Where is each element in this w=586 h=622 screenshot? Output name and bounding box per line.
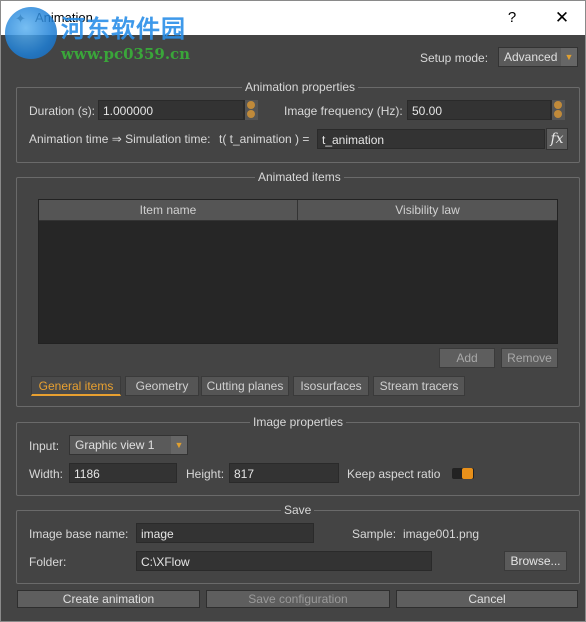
time-mapping-label: Animation time ⇒ Simulation time: [29, 132, 211, 146]
sample-value: image001.png [403, 527, 480, 541]
duration-spinner[interactable] [244, 100, 258, 120]
folder-input[interactable]: C:\XFlow [136, 551, 432, 571]
help-button[interactable]: ? [497, 7, 527, 29]
keep-aspect-ratio-label: Keep aspect ratio [347, 467, 441, 481]
duration-label: Duration (s): [29, 104, 96, 118]
chevron-down-icon: ▼ [561, 48, 577, 66]
close-button[interactable]: ✕ [547, 7, 577, 29]
remove-item-button[interactable]: Remove [501, 348, 558, 368]
browse-button[interactable]: Browse... [504, 551, 567, 571]
image-base-name-input[interactable]: image [136, 523, 314, 543]
image-frequency-label: Image frequency (Hz): [284, 104, 403, 118]
input-select[interactable]: Graphic view 1 ▼ [69, 435, 188, 455]
tab-geometry[interactable]: Geometry [125, 376, 199, 396]
animation-properties-title: Animation properties [242, 80, 359, 94]
setup-mode-select[interactable]: Advanced ▼ [498, 47, 578, 67]
folder-label: Folder: [29, 555, 67, 569]
tab-cutting-planes[interactable]: Cutting planes [201, 376, 289, 396]
image-base-name-label: Image base name: [29, 527, 129, 541]
width-input[interactable]: 1186 [69, 463, 177, 483]
column-header-visibility-law[interactable]: Visibility law [298, 200, 557, 221]
sample-label: Sample: [352, 527, 397, 541]
create-animation-button[interactable]: Create animation [17, 590, 200, 608]
save-group: Save [16, 503, 580, 584]
keep-aspect-ratio-toggle[interactable] [452, 468, 474, 479]
function-editor-button[interactable]: fx [546, 128, 568, 150]
tab-general-items[interactable]: General items [31, 376, 121, 396]
watermark: 河东软件园 www.pc0359.cn [3, 5, 233, 65]
image-frequency-spinner[interactable] [551, 100, 565, 120]
toggle-knob [462, 468, 473, 479]
animation-dialog: ✦ Animation ? ✕ 河东软件园 www.pc0359.cn Setu… [0, 0, 586, 622]
spin-up-icon[interactable] [247, 101, 255, 109]
spin-down-icon[interactable] [554, 110, 562, 118]
watermark-url: www.pc0359.cn [61, 45, 191, 63]
watermark-logo-icon [5, 7, 57, 59]
input-label: Input: [29, 439, 60, 453]
add-item-button[interactable]: Add [439, 348, 495, 368]
save-group-title: Save [281, 503, 315, 517]
width-label: Width: [29, 467, 64, 481]
image-properties-title: Image properties [250, 415, 347, 429]
animated-items-table[interactable]: Item name Visibility law [38, 199, 558, 344]
time-formula-label: t( t_animation ) = [219, 132, 310, 146]
column-header-item-name[interactable]: Item name [39, 200, 298, 221]
height-input[interactable]: 817 [229, 463, 339, 483]
watermark-site-name: 河东软件园 [61, 15, 186, 43]
animation-properties-group: Animation properties [16, 80, 580, 163]
duration-input[interactable]: 1.000000 [98, 100, 244, 120]
tab-isosurfaces[interactable]: Isosurfaces [293, 376, 369, 396]
save-configuration-button[interactable]: Save configuration [206, 590, 390, 608]
spin-up-icon[interactable] [554, 101, 562, 109]
height-label: Height: [186, 467, 225, 481]
item-category-tabs: General items Geometry Cutting planes Is… [31, 376, 471, 396]
setup-mode-value: Advanced [504, 50, 558, 64]
chevron-down-icon: ▼ [171, 436, 187, 454]
image-properties-group: Image properties [16, 415, 580, 496]
spin-down-icon[interactable] [247, 110, 255, 118]
cancel-button[interactable]: Cancel [396, 590, 578, 608]
input-select-value: Graphic view 1 [75, 438, 155, 452]
image-frequency-input[interactable]: 50.00 [407, 100, 551, 120]
animated-items-title: Animated items [255, 170, 344, 184]
time-formula-input[interactable]: t_animation [317, 129, 545, 149]
setup-mode-label: Setup mode: [420, 51, 489, 65]
tab-stream-tracers[interactable]: Stream tracers [373, 376, 465, 396]
